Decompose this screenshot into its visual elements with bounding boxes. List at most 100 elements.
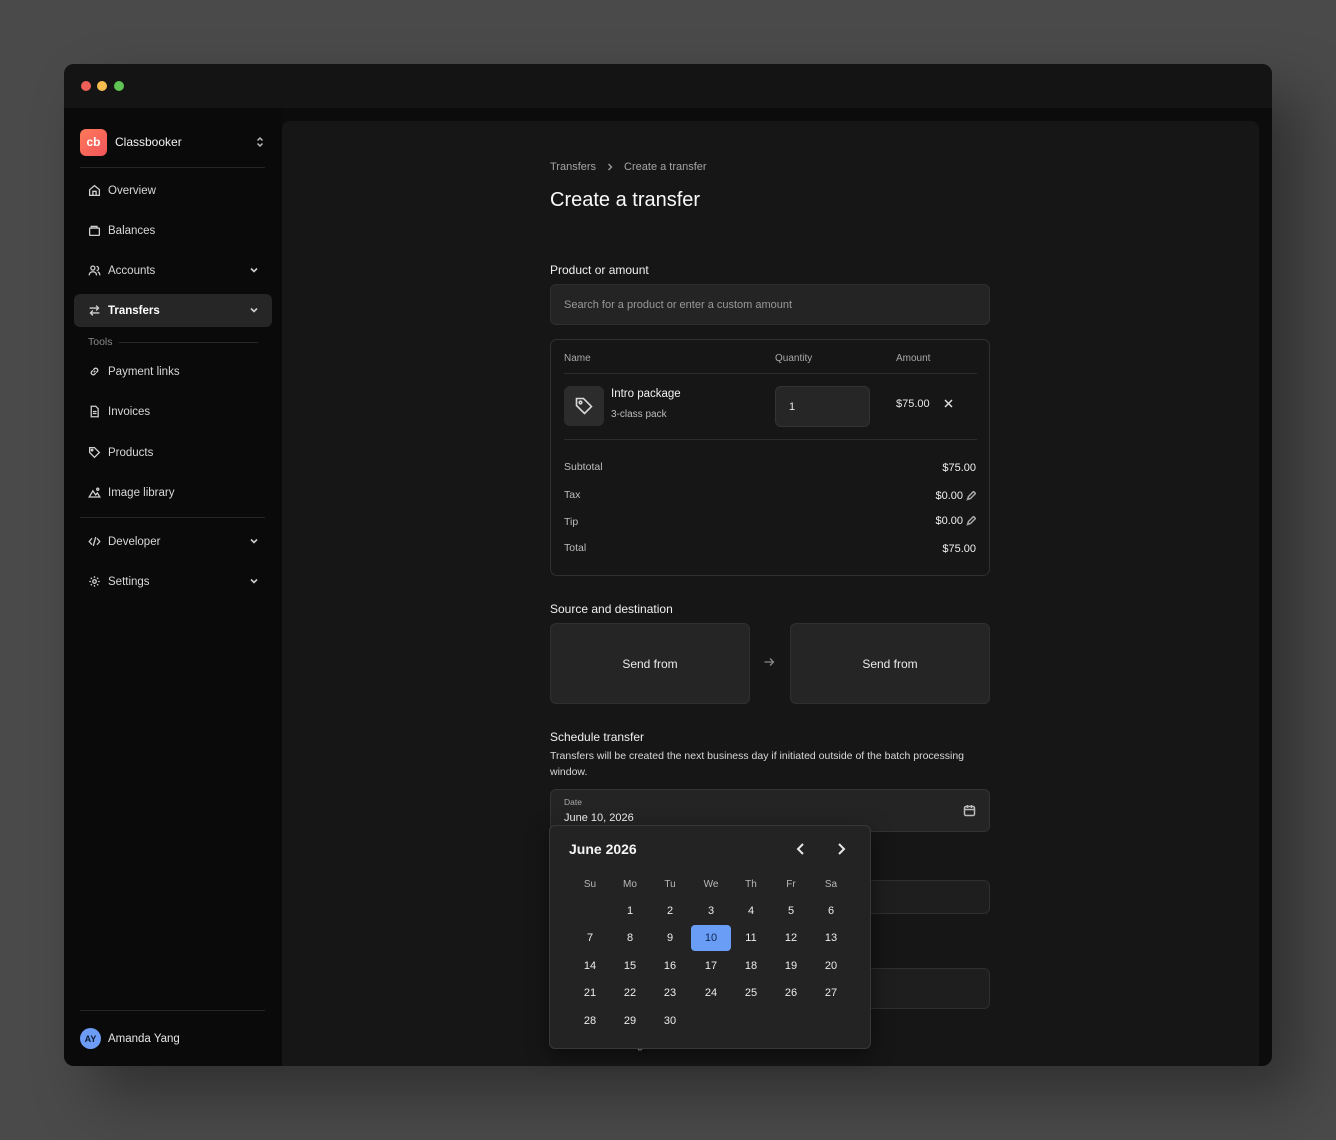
sidebar-item-image-library[interactable]: Image library (74, 476, 272, 509)
send-to-card[interactable]: Send from (790, 623, 990, 704)
date-value: June 10, 2026 (564, 812, 634, 824)
maximize-window-button[interactable] (114, 81, 124, 91)
avatar: AY (80, 1028, 101, 1049)
schedule-label: Schedule transfer (550, 730, 645, 744)
calendar-day[interactable]: 11 (731, 925, 771, 951)
quantity-input[interactable]: 1 (775, 386, 870, 427)
sidebar: cb Classbooker Overview Balances Account… (64, 108, 282, 1066)
calendar-icon[interactable] (963, 804, 976, 817)
sidebar-item-label: Developer (108, 535, 161, 548)
workspace-switcher[interactable]: cb Classbooker (80, 128, 266, 156)
breadcrumb: Transfers Create a transfer (550, 161, 707, 173)
calendar-month-label: June 2026 (569, 841, 637, 857)
arrows-left-right-icon (89, 305, 100, 316)
calendar-day[interactable]: 18 (731, 953, 771, 979)
chevron-right-icon (608, 163, 613, 171)
calendar-day[interactable]: 16 (650, 953, 690, 979)
close-icon (944, 399, 953, 408)
calendar-day[interactable]: 30 (650, 1008, 690, 1034)
weekday-header: Th (745, 879, 757, 890)
sidebar-item-label: Transfers (108, 304, 160, 317)
calendar-day[interactable]: 9 (650, 925, 690, 951)
user-menu[interactable]: AY Amanda Yang (80, 1028, 180, 1049)
users-icon (88, 265, 101, 276)
calendar-day[interactable]: 1 (610, 898, 650, 924)
calendar-day[interactable]: 21 (570, 980, 610, 1006)
minimize-window-button[interactable] (97, 81, 107, 91)
tax-value[interactable]: $0.00 (935, 490, 976, 502)
subtotal-label: Subtotal (564, 461, 603, 473)
sidebar-item-developer[interactable]: Developer (74, 525, 272, 558)
total-label: Total (564, 542, 587, 554)
tools-label: Tools (88, 336, 113, 348)
chevron-left-icon[interactable] (792, 840, 810, 858)
calendar-day[interactable]: 26 (771, 980, 811, 1006)
subtotal-value: $75.00 (942, 462, 976, 474)
calendar-day[interactable]: 23 (650, 980, 690, 1006)
column-header-name: Name (564, 353, 591, 364)
calendar-day[interactable]: 4 (731, 898, 771, 924)
calendar-day[interactable]: 29 (610, 1008, 650, 1034)
chevron-right-icon[interactable] (832, 840, 850, 858)
send-from-card[interactable]: Send from (550, 623, 750, 704)
weekday-header: Fr (786, 879, 796, 890)
tag-icon (575, 397, 593, 415)
calendar-day[interactable]: 8 (610, 925, 650, 951)
date-caption: Date (564, 797, 582, 807)
calendar-day[interactable]: 14 (570, 953, 610, 979)
sidebar-item-label: Accounts (108, 264, 156, 277)
product-name: Intro package (611, 388, 681, 400)
sidebar-item-label: Products (108, 446, 154, 459)
calendar-day[interactable]: 12 (771, 925, 811, 951)
product-search-placeholder: Search for a product or enter a custom a… (564, 298, 793, 311)
sidebar-item-balances[interactable]: Balances (74, 214, 272, 247)
chevron-down-icon (250, 267, 258, 273)
total-value: $75.00 (942, 543, 976, 555)
breadcrumb-parent[interactable]: Transfers (550, 161, 596, 173)
close-window-button[interactable] (81, 81, 91, 91)
sidebar-item-invoices[interactable]: Invoices (74, 395, 272, 428)
sidebar-item-label: Settings (108, 575, 150, 588)
calendar-day[interactable]: 7 (570, 925, 610, 951)
remove-item-button[interactable] (943, 398, 954, 411)
breadcrumb-current: Create a transfer (624, 161, 707, 173)
date-picker-popover: June 2026 Su Mo Tu We Th Fr Sa 1 2 3 4 5 6 7 8 9 10 11 12 1… (549, 825, 871, 1049)
divider (80, 517, 265, 518)
send-from-label: Send from (622, 656, 678, 671)
calendar-day[interactable]: 6 (811, 898, 851, 924)
sidebar-item-overview[interactable]: Overview (74, 174, 272, 207)
gear-icon (89, 576, 100, 587)
sidebar-item-payment-links[interactable]: Payment links (74, 355, 272, 388)
calendar-day[interactable]: 24 (691, 980, 731, 1006)
weekday-header: Mo (623, 879, 637, 890)
product-section-label: Product or amount (550, 263, 649, 277)
sidebar-item-accounts[interactable]: Accounts (74, 254, 272, 287)
sidebar-item-products[interactable]: Products (74, 436, 272, 469)
sidebar-item-settings[interactable]: Settings (74, 565, 272, 598)
calendar-day[interactable]: 15 (610, 953, 650, 979)
tip-value[interactable]: $0.00 (935, 515, 976, 527)
line-items-table: Name Quantity Amount Intro package 3-cla… (550, 339, 990, 576)
divider (80, 167, 265, 168)
calendar-day[interactable]: 28 (570, 1008, 610, 1034)
calendar-day[interactable]: 5 (771, 898, 811, 924)
divider (564, 373, 977, 374)
sidebar-item-label: Overview (108, 184, 156, 197)
column-header-quantity: Quantity (775, 353, 813, 364)
calendar-day[interactable]: 17 (691, 953, 731, 979)
calendar-day[interactable]: 25 (731, 980, 771, 1006)
calendar-day[interactable]: 2 (650, 898, 690, 924)
calendar-day[interactable]: 27 (811, 980, 851, 1006)
sidebar-item-label: Payment links (108, 365, 180, 378)
calendar-day[interactable]: 13 (811, 925, 851, 951)
calendar-day[interactable]: 22 (610, 980, 650, 1006)
calendar-day[interactable]: 3 (691, 898, 731, 924)
pencil-icon[interactable] (966, 491, 976, 501)
calendar-day[interactable]: 19 (771, 953, 811, 979)
sidebar-item-transfers[interactable]: Transfers (74, 294, 272, 327)
pencil-icon[interactable] (966, 516, 976, 526)
calendar-day-selected[interactable]: 10 (691, 925, 731, 952)
sidebar-item-label: Balances (108, 224, 156, 237)
calendar-day[interactable]: 20 (811, 953, 851, 979)
product-search-input[interactable]: Search for a product or enter a custom a… (550, 284, 990, 325)
